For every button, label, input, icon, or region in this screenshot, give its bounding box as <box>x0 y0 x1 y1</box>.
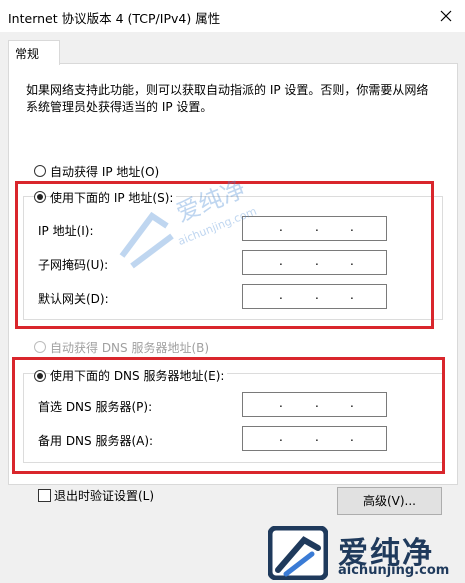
dns-highlight-box <box>12 357 445 474</box>
validate-settings-checkbox[interactable] <box>38 489 51 502</box>
close-button[interactable] <box>430 2 462 30</box>
close-icon <box>440 10 452 22</box>
auto-dns-radio[interactable] <box>34 341 46 353</box>
description-text: 如果网络支持此功能，则可以获取自动指派的 IP 设置。否则，你需要从网络系统管理… <box>26 83 429 114</box>
validate-settings-label: 退出时验证设置(L) <box>54 489 155 503</box>
window-title: Internet 协议版本 4 (TCP/IPv4) 属性 <box>8 11 221 26</box>
tab-general-label: 常规 <box>15 47 40 61</box>
auto-ip-radio[interactable] <box>34 165 46 177</box>
auto-dns-label: 自动获得 DNS 服务器地址(B) <box>50 341 210 355</box>
auto-ip-label: 自动获得 IP 地址(O) <box>50 165 160 179</box>
tab-general[interactable]: 常规 <box>8 40 60 65</box>
watermark-logo-icon <box>268 526 328 580</box>
advanced-button[interactable]: 高级(V)... <box>337 487 442 515</box>
watermark-url: aichunjing.com <box>338 563 450 578</box>
